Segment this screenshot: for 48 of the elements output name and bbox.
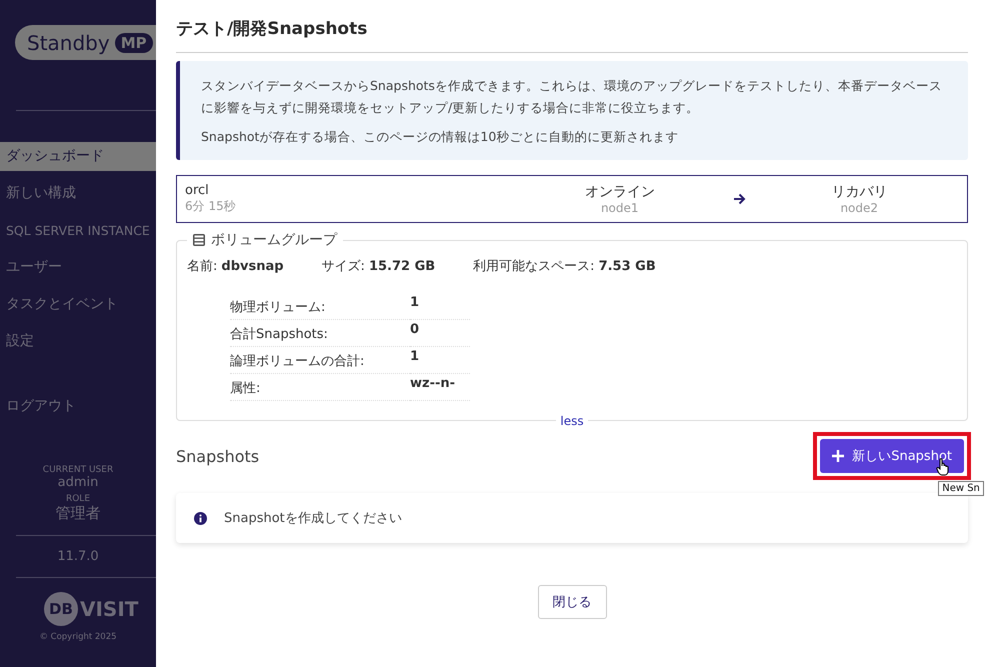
config-age: 6分 15秒 bbox=[185, 198, 237, 215]
panel-legend: ボリュームグループ bbox=[211, 231, 337, 249]
user-role: 管理者 bbox=[56, 504, 100, 523]
info-icon bbox=[194, 512, 207, 524]
field-value: 7.53 GB bbox=[598, 259, 656, 274]
field-value: 1 bbox=[410, 349, 470, 374]
field-label: 論理ボリュームの合計: bbox=[230, 349, 410, 374]
field-label: 物理ボリューム: bbox=[230, 295, 410, 320]
field-value: wz--n- bbox=[410, 376, 470, 401]
logout-link[interactable]: ログアウト bbox=[0, 392, 156, 421]
status-text: リカバリ bbox=[831, 183, 888, 201]
version-text: 11.7.0 bbox=[56, 548, 100, 566]
node-name: node1 bbox=[600, 201, 639, 215]
server-icon bbox=[193, 234, 205, 246]
nav-item[interactable]: 新しい構成 bbox=[0, 179, 156, 208]
node-name: node2 bbox=[840, 201, 878, 215]
field-label: 名前: bbox=[187, 259, 218, 274]
config-name: orcl bbox=[185, 183, 210, 198]
field-label: 利用可能なスペース: bbox=[473, 259, 595, 274]
field-label: 属性: bbox=[230, 376, 410, 401]
info-text: Snapshotが存在する場合、このページの情報は10秒ごとに自動的に更新されます bbox=[201, 128, 680, 146]
nav-item[interactable]: ユーザー bbox=[0, 253, 156, 282]
message-text: Snapshotを作成してください bbox=[224, 510, 402, 527]
copyright-text: © Copyright 2025 bbox=[38, 632, 118, 642]
section-heading: Snapshots bbox=[176, 446, 260, 466]
field-value: 15.72 GB bbox=[368, 259, 436, 274]
user-name: admin bbox=[58, 475, 98, 490]
dialog-title: テスト/開発Snapshots bbox=[176, 17, 968, 53]
tooltip: New Sn bbox=[938, 481, 984, 496]
field-label: 合計Snapshots: bbox=[230, 322, 410, 347]
plus-icon bbox=[832, 450, 844, 462]
role-caption: ROLE bbox=[66, 494, 90, 504]
new-snapshot-button[interactable]: 新しいSnapshot bbox=[820, 439, 964, 473]
nav-item[interactable]: タスクとイベント bbox=[0, 290, 156, 319]
close-button[interactable]: 閉じる bbox=[538, 585, 606, 619]
brand-logo: DB VISIT bbox=[44, 592, 156, 626]
logo: Standby MP bbox=[15, 25, 156, 60]
nav-item[interactable]: SQL SERVER INSTANCE bbox=[0, 216, 156, 245]
field-value: 0 bbox=[410, 322, 470, 347]
field-label: サイズ: bbox=[322, 259, 365, 274]
nav-item[interactable]: 設定 bbox=[0, 327, 156, 356]
user-caption: CURRENT USER bbox=[42, 465, 114, 475]
field-value: 1 bbox=[410, 295, 470, 320]
field-value: dbvsnap bbox=[221, 259, 284, 274]
status-text: オンライン bbox=[584, 183, 655, 201]
nav-item[interactable]: ダッシュボード bbox=[0, 142, 156, 171]
info-text: スタンバイデータベースからSnapshotsを作成できます。これらは、環境のアップグレードをテストしたり、本番データベースに影響を与えずに開発環境をセットアップ/更新したりする場合に非常に役立ちます。 bbox=[201, 77, 943, 117]
arrow-right-icon bbox=[733, 193, 746, 205]
